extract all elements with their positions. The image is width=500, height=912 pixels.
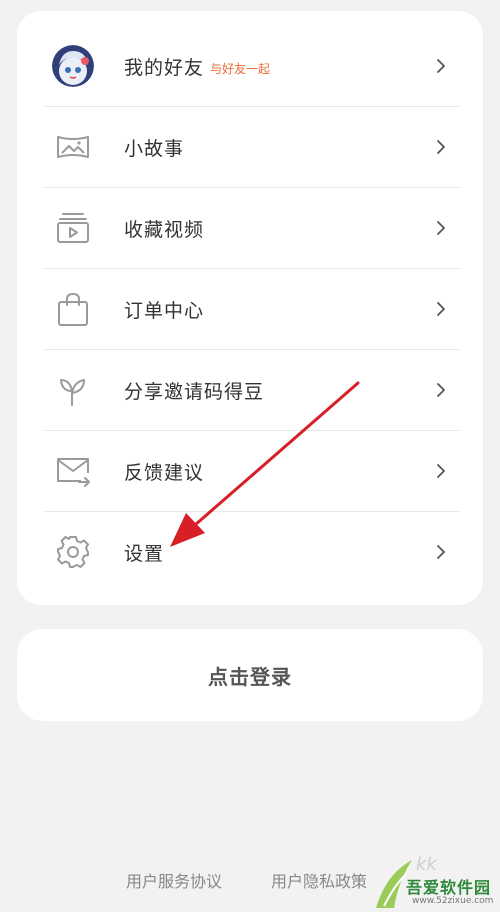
- menu-item-label: 反馈建议: [124, 461, 205, 484]
- menu-card: 我的好友 与好友一起 小故事 收藏视频 订单中心 分享邀请码得豆 反馈建议 设置: [17, 11, 483, 605]
- login-button[interactable]: 点击登录: [17, 629, 483, 721]
- watermark-logo: kk 吾爱软件园 www.52zixue.com: [372, 846, 500, 912]
- menu-item-label: 订单中心: [124, 299, 205, 322]
- menu-item-label: 小故事: [124, 137, 185, 160]
- chevron-right-icon: [437, 59, 445, 73]
- svg-text:kk: kk: [416, 854, 438, 875]
- menu-item-label: 分享邀请码得豆: [124, 380, 265, 403]
- menu-item-feedback[interactable]: 反馈建议: [44, 431, 460, 511]
- gear-icon: [55, 534, 91, 570]
- login-label: 点击登录: [208, 664, 292, 689]
- chevron-right-icon: [437, 302, 445, 316]
- chevron-right-icon: [437, 545, 445, 559]
- menu-item-settings[interactable]: 设置: [44, 512, 460, 592]
- privacy-policy-link[interactable]: 用户隐私政策: [271, 868, 367, 892]
- mail-feedback-icon: [55, 453, 91, 489]
- sprout-icon: [55, 372, 91, 408]
- video-collection-icon: [55, 210, 91, 246]
- chevron-right-icon: [437, 140, 445, 154]
- menu-item-share-invite-code[interactable]: 分享邀请码得豆: [44, 350, 460, 430]
- avatar: [52, 45, 94, 87]
- watermark-name: 吾爱软件园: [406, 878, 492, 897]
- chevron-right-icon: [437, 464, 445, 478]
- menu-item-my-friends[interactable]: 我的好友 与好友一起: [44, 26, 460, 106]
- chevron-right-icon: [437, 221, 445, 235]
- menu-item-label: 我的好友: [124, 56, 205, 79]
- menu-item-sublabel: 与好友一起: [210, 61, 271, 76]
- menu-item-order-center[interactable]: 订单中心: [44, 269, 460, 349]
- menu-item-favorite-videos[interactable]: 收藏视频: [44, 188, 460, 268]
- user-agreement-link[interactable]: 用户服务协议: [126, 868, 222, 892]
- menu-item-label: 设置: [124, 542, 165, 565]
- menu-item-label: 收藏视频: [124, 218, 205, 241]
- menu-item-little-stories[interactable]: 小故事: [44, 107, 460, 187]
- chevron-right-icon: [437, 383, 445, 397]
- shopping-bag-icon: [55, 291, 91, 327]
- watermark-url: www.52zixue.com: [412, 896, 494, 906]
- picture-icon: [55, 129, 91, 165]
